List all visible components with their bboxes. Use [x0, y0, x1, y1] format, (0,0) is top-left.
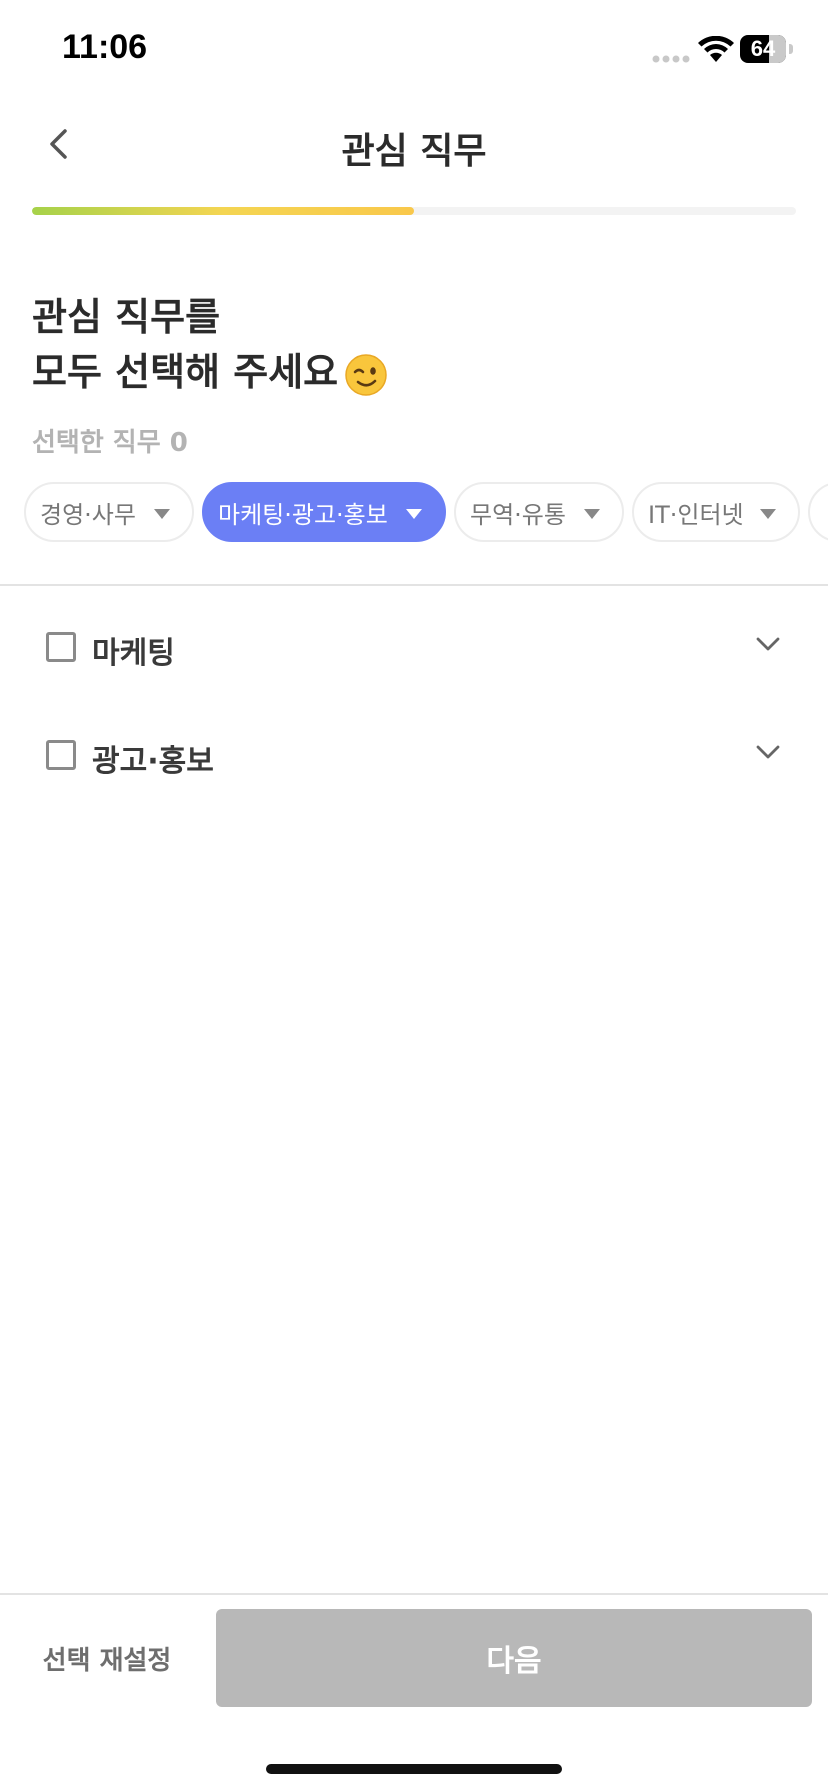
nav-bar: 관심 직무 [0, 100, 828, 190]
home-indicator [266, 1764, 562, 1774]
job-row-marketing[interactable]: 마케팅 [0, 608, 828, 688]
chip-it[interactable]: IT·인터넷 [632, 482, 800, 542]
chip-marketing[interactable]: 마케팅·광고·홍보 [202, 482, 446, 542]
chip-label: 무역·유통 [470, 500, 566, 529]
job-label: 마케팅 [92, 636, 175, 671]
checkbox[interactable] [46, 632, 76, 662]
battery-icon: 64 [740, 35, 786, 63]
next-button[interactable]: 다음 [216, 1609, 812, 1707]
job-row-advertising[interactable]: 광고·홍보 [0, 716, 828, 796]
chip-label: 경영·사무 [40, 500, 136, 529]
page-title: 관심 직무 [341, 131, 487, 172]
selected-jobs-count: 선택한 직무 0 [32, 422, 188, 459]
chip-trade[interactable]: 무역·유통 [454, 482, 624, 542]
caret-down-icon [584, 509, 600, 519]
battery-level: 64 [750, 36, 776, 61]
progress-bar [32, 207, 796, 215]
chip-next-partial[interactable] [808, 482, 828, 542]
heading-line-2: 모두 선택해 주세요 [32, 345, 388, 400]
selected-jobs-label: 선택한 직무 [32, 428, 161, 458]
status-time: 11:06 [62, 28, 148, 66]
checkbox[interactable] [46, 740, 76, 770]
wifi-icon [698, 36, 734, 62]
page-heading: 관심 직무를 모두 선택해 주세요 [32, 290, 388, 400]
divider [0, 584, 828, 586]
category-chip-row[interactable]: 경영·사무 마케팅·광고·홍보 무역·유통 IT·인터넷 [24, 482, 828, 546]
status-bar: 11:06 64 [0, 0, 828, 100]
caret-down-icon [154, 509, 170, 519]
chip-management[interactable]: 경영·사무 [24, 482, 194, 542]
heading-line-1: 관심 직무를 [32, 295, 221, 339]
chip-label: 마케팅·광고·홍보 [218, 500, 388, 529]
selected-jobs-number: 0 [169, 428, 188, 458]
job-label: 광고·홍보 [92, 744, 214, 779]
reset-selection-button[interactable]: 선택 재설정 [30, 1618, 184, 1698]
footer-divider [0, 1593, 828, 1595]
chevron-down-icon[interactable] [756, 636, 780, 652]
chevron-down-icon[interactable] [756, 744, 780, 760]
battery-tip [789, 44, 793, 54]
winking-face-icon [345, 353, 387, 396]
cellular-signal-icon [652, 55, 690, 63]
caret-down-icon [760, 509, 776, 519]
heading-line-2-text: 모두 선택해 주세요 [32, 350, 339, 394]
chip-label: IT·인터넷 [648, 500, 744, 529]
progress-fill [32, 207, 414, 215]
caret-down-icon [406, 509, 422, 519]
